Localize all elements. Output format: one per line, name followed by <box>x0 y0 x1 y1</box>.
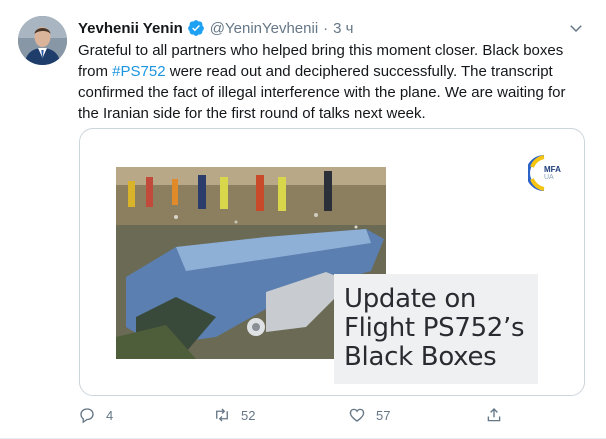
card-caption-line: Flight PS752’s <box>344 313 525 343</box>
reply-button[interactable]: 4 <box>78 404 113 426</box>
tweet[interactable]: Yevhenii Yenin @YeninYevhenii · 3 ч Grat… <box>0 0 606 439</box>
retweet-button[interactable]: 52 <box>213 404 255 426</box>
card-caption-line: Update on <box>344 284 477 314</box>
verified-badge-icon <box>187 19 205 37</box>
logo-subtext: UA <box>544 174 554 181</box>
like-icon <box>349 408 365 422</box>
tweet-header: Yevhenii Yenin @YeninYevhenii · 3 ч <box>78 17 354 39</box>
retweet-icon <box>216 408 228 422</box>
share-icon <box>487 408 501 422</box>
tweet-actions: 4 52 57 <box>78 404 508 426</box>
reply-count: 4 <box>106 407 114 423</box>
author-handle[interactable]: @YeninYevhenii <box>210 20 318 37</box>
media-card[interactable]: Update on Flight PS752’s Black Boxes MFA… <box>79 128 585 396</box>
header-separator: · <box>323 19 329 37</box>
like-button[interactable]: 57 <box>348 404 390 426</box>
author-name[interactable]: Yevhenii Yenin <box>78 20 183 37</box>
tweet-text: Grateful to all partners who helped brin… <box>78 40 578 124</box>
retweet-count: 52 <box>241 407 256 423</box>
card-caption-box: Update on Flight PS752’s Black Boxes <box>334 274 538 384</box>
card-caption-line: Black Boxes <box>344 342 497 372</box>
reply-icon <box>80 408 94 424</box>
share-button[interactable] <box>485 404 503 426</box>
like-count: 57 <box>376 407 391 423</box>
logo-text: MFA <box>544 165 561 174</box>
hashtag-link[interactable]: #PS752 <box>112 63 165 80</box>
chevron-down-icon[interactable] <box>567 19 585 37</box>
tweet-timestamp[interactable]: 3 ч <box>333 20 353 37</box>
avatar[interactable] <box>18 16 67 65</box>
